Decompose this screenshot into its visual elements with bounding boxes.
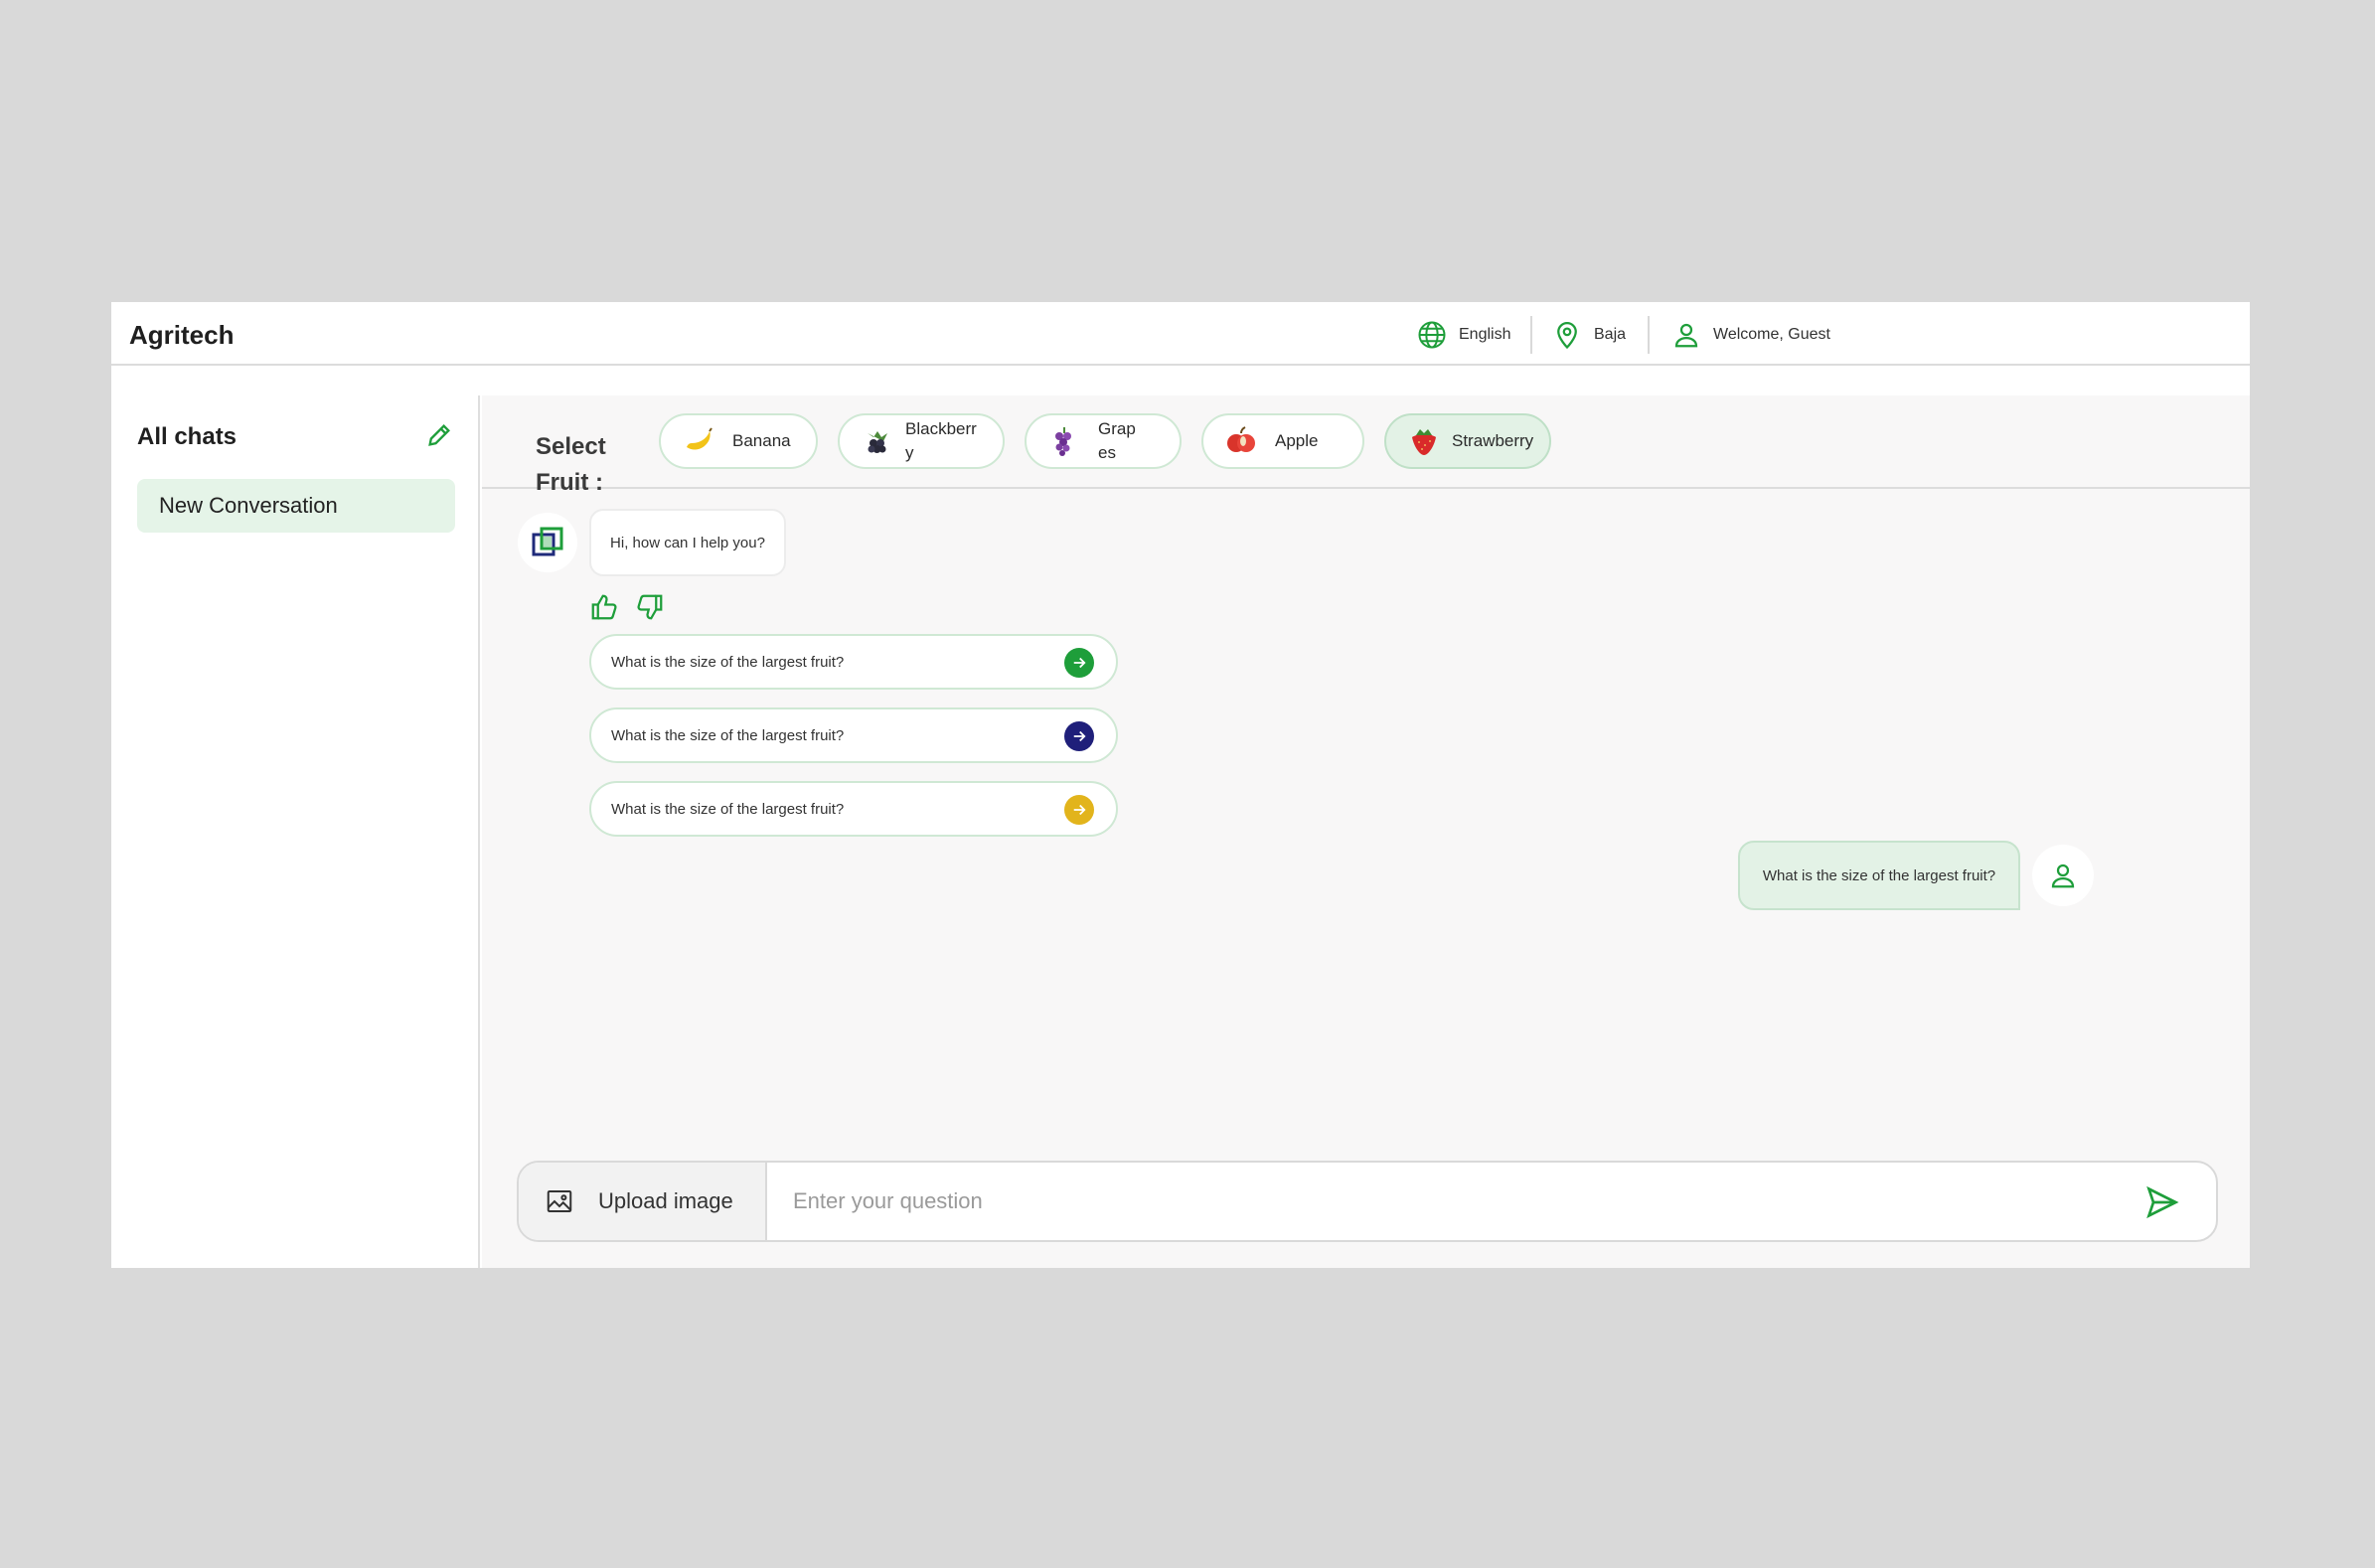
fruit-label: Grapes	[1098, 419, 1136, 462]
fruit-chip-blackberry[interactable]: Blackberry	[838, 413, 1005, 469]
suggested-question[interactable]: What is the size of the largest fruit?	[589, 707, 1118, 763]
fruit-label: Banana	[732, 431, 791, 450]
image-icon	[547, 1190, 572, 1212]
fruit-chip-banana[interactable]: Banana	[659, 413, 818, 469]
fruit-label: Apple	[1275, 431, 1319, 450]
user-icon	[1674, 323, 1698, 348]
user-message: What is the size of the largest fruit?	[1738, 841, 2020, 910]
new-chat-pencil-icon[interactable]	[425, 421, 453, 449]
suggested-question[interactable]: What is the size of the largest fruit?	[589, 781, 1118, 837]
user-menu[interactable]: Welcome, Guest	[1671, 318, 1830, 352]
question-input[interactable]	[777, 1176, 2109, 1226]
suggested-question[interactable]: What is the size of the largest fruit?	[589, 634, 1118, 690]
sidebar-item-new-conversation[interactable]: New Conversation	[137, 479, 455, 533]
sidebar: All chats New Conversation	[111, 395, 480, 1268]
top-header: Agritech English Baja Welcome, Guest	[111, 302, 2250, 366]
bot-message-text: Hi, how can I help you?	[610, 534, 765, 551]
bot-message: Hi, how can I help you?	[589, 509, 786, 576]
bot-logo-icon	[532, 527, 563, 556]
header-divider	[1530, 316, 1532, 354]
upload-image-button[interactable]: Upload image	[519, 1163, 767, 1240]
location-label: Baja	[1594, 326, 1627, 343]
welcome-label: Welcome, Guest	[1713, 326, 1830, 343]
brand-title: Agritech	[129, 320, 235, 350]
strawberry-icon	[1412, 429, 1436, 455]
thumbs-up-icon[interactable]	[589, 592, 619, 622]
app-window: Agritech English Baja Welcome, Guest All…	[111, 302, 2250, 1268]
fruit-label: Blackberry	[905, 419, 977, 462]
message-composer: Upload image	[517, 1161, 2218, 1242]
globe-icon	[1418, 321, 1446, 349]
user-icon	[2051, 863, 2075, 888]
language-selector[interactable]: English	[1417, 318, 1510, 352]
fruit-chip-strawberry[interactable]: Strawberry	[1384, 413, 1551, 469]
bot-avatar	[518, 513, 577, 572]
conversation-label: New Conversation	[159, 493, 338, 518]
arrow-right-icon[interactable]	[1064, 795, 1094, 825]
apple-icon	[1227, 426, 1255, 452]
location-selector[interactable]: Baja	[1552, 318, 1626, 352]
fruit-chip-apple[interactable]: Apple	[1201, 413, 1364, 469]
select-fruit-label: Select Fruit :	[536, 433, 606, 496]
arrow-right-icon[interactable]	[1064, 648, 1094, 678]
fruit-label: Strawberry	[1452, 431, 1534, 450]
arrow-right-icon[interactable]	[1064, 721, 1094, 751]
suggested-question-text: What is the size of the largest fruit?	[611, 653, 845, 671]
banana-icon	[687, 427, 712, 450]
grapes-icon	[1055, 427, 1071, 456]
header-divider	[1648, 316, 1650, 354]
upload-image-label: Upload image	[598, 1188, 733, 1213]
fruit-chip-grapes[interactable]: Grapes	[1025, 413, 1182, 469]
language-label: English	[1459, 326, 1511, 343]
suggested-question-text: What is the size of the largest fruit?	[611, 726, 845, 744]
sidebar-title: All chats	[137, 423, 238, 450]
send-icon[interactable]	[2144, 1184, 2180, 1220]
location-pin-icon	[1557, 322, 1577, 350]
chat-main: Select Fruit : Banana Blackberry Grapes …	[482, 395, 2250, 1268]
fruit-selector-bar: Select Fruit : Banana Blackberry Grapes …	[482, 395, 2250, 496]
blackberry-icon	[868, 431, 887, 453]
suggested-question-text: What is the size of the largest fruit?	[611, 800, 845, 818]
user-avatar	[2032, 845, 2094, 906]
thumbs-down-icon[interactable]	[635, 592, 665, 622]
user-message-text: What is the size of the largest fruit?	[1762, 866, 1996, 884]
